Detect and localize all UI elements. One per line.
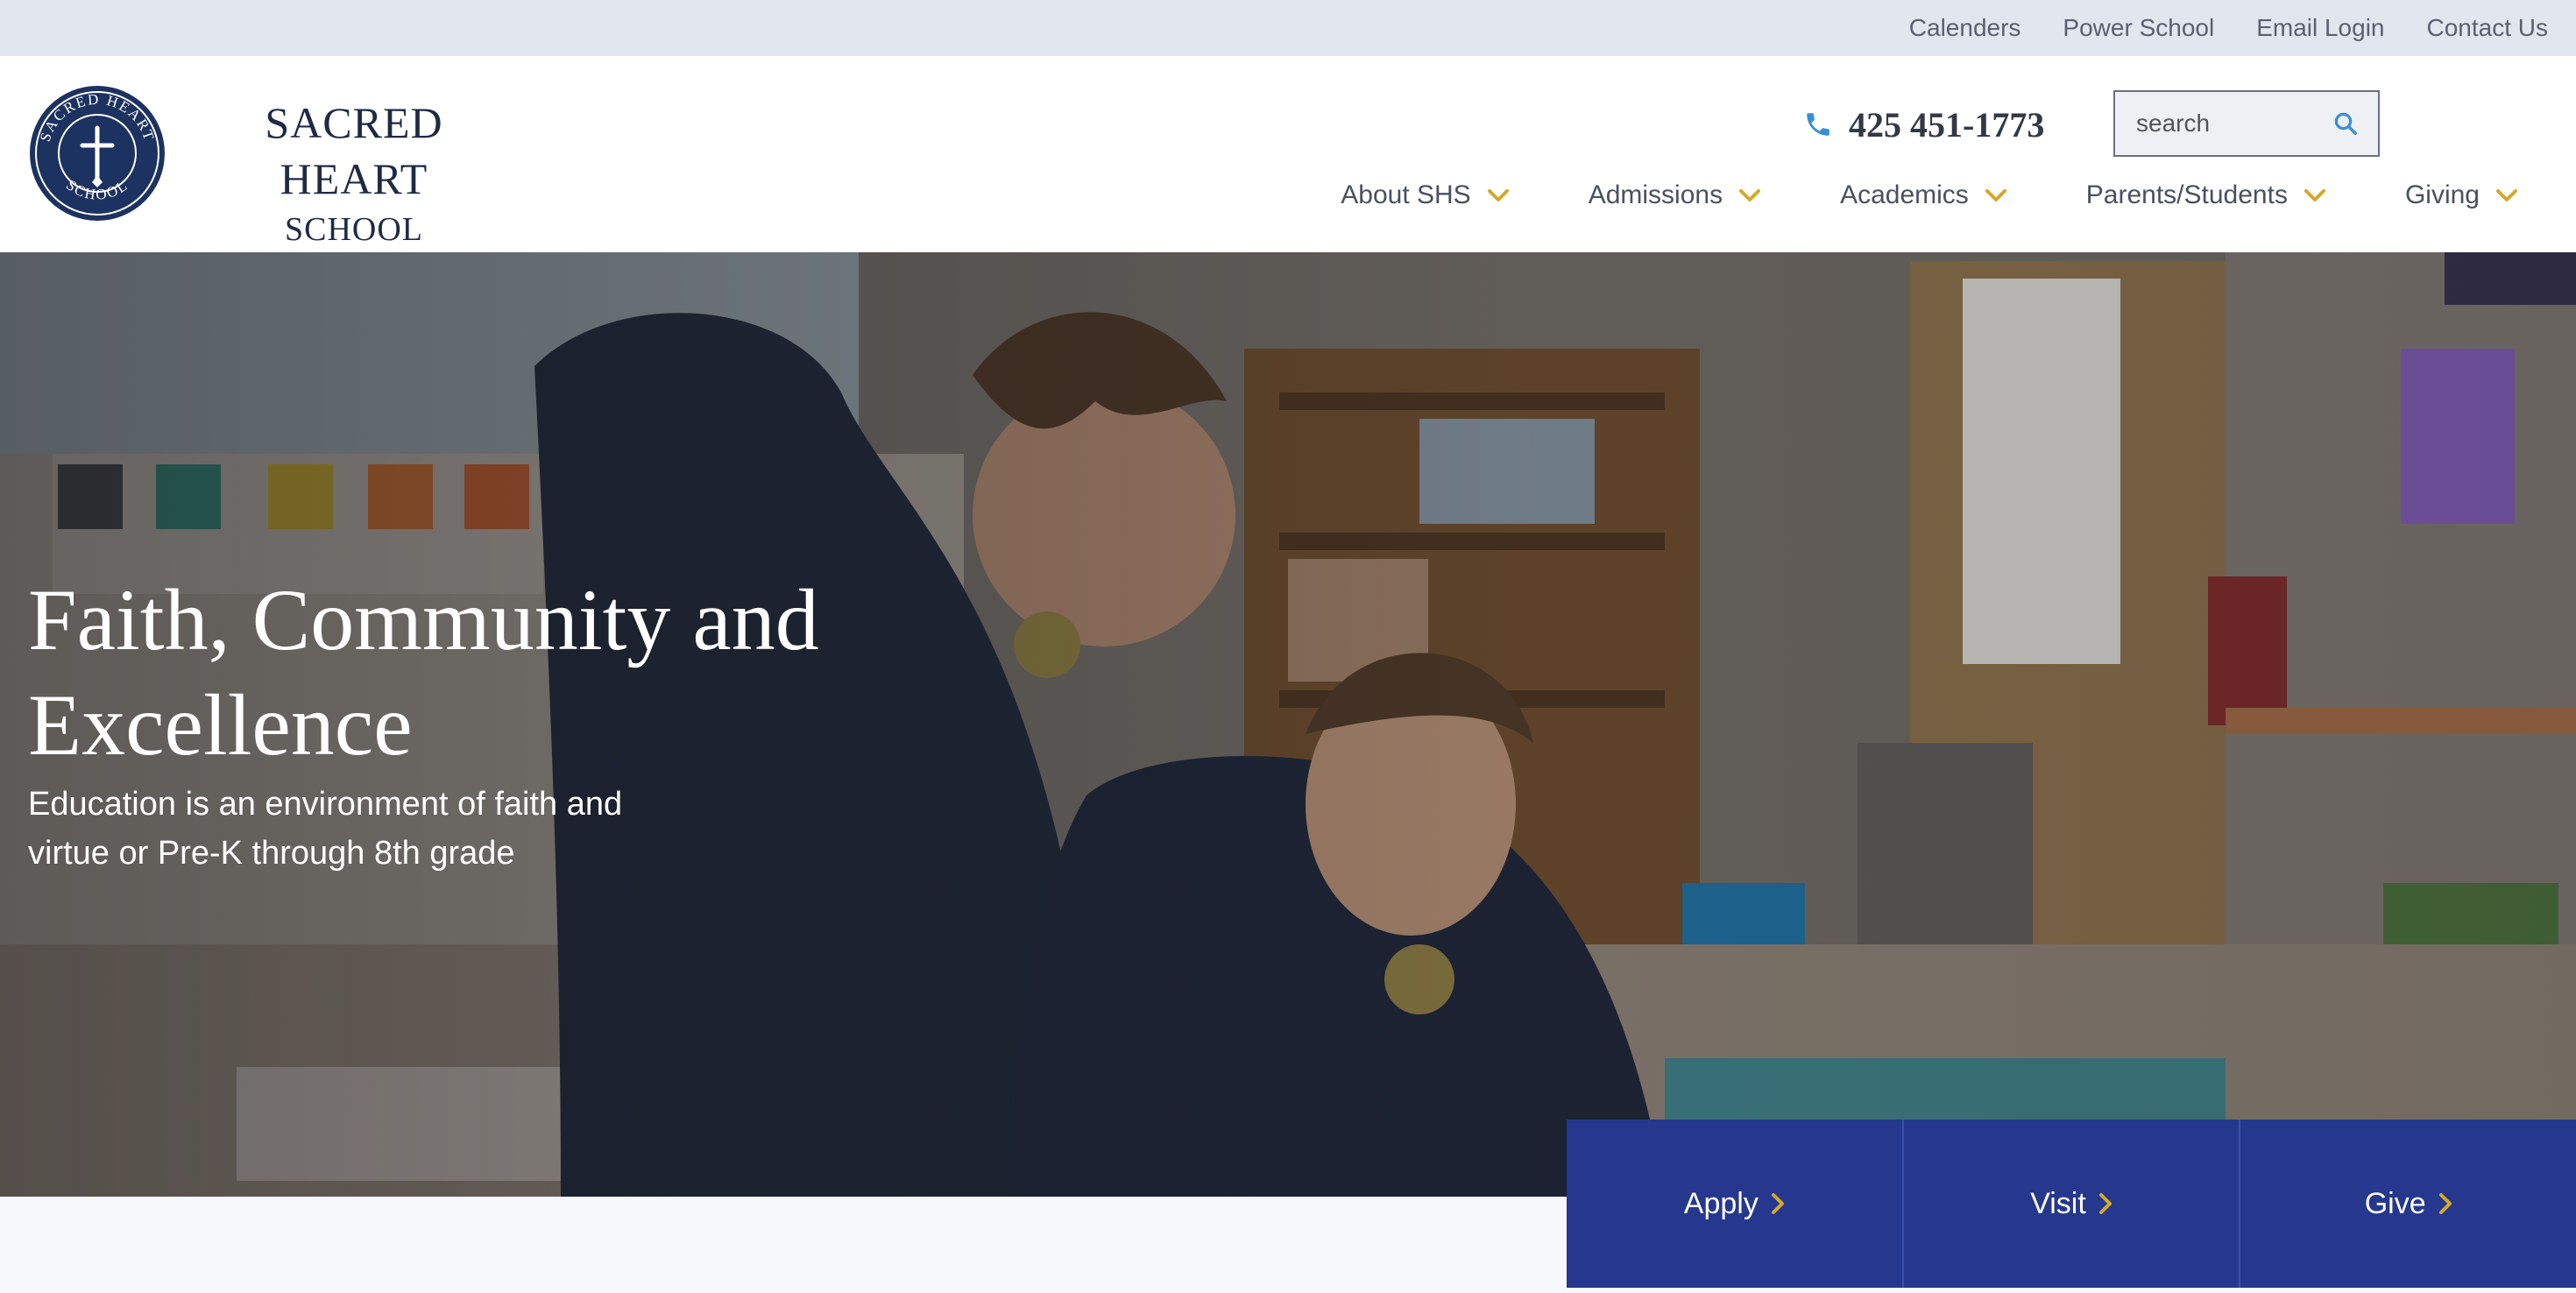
school-name-line1: SACRED HEART: [265, 98, 443, 203]
hero-subtitle: Education is an environment of faith and…: [28, 786, 623, 872]
chevron-down-icon: [1487, 189, 1509, 201]
phone-contact[interactable]: 425 451-1773: [1803, 98, 2044, 151]
visit-button[interactable]: Visit: [1904, 1120, 2241, 1288]
nav-item-label: Academics: [1840, 180, 1969, 209]
school-name-line2: SCHOOL: [284, 211, 424, 248]
contact-us-link[interactable]: Contact Us: [2427, 14, 2549, 42]
chevron-right-icon: [1771, 1193, 1784, 1214]
give-button-label: Give: [2364, 1186, 2426, 1220]
give-button[interactable]: Give: [2240, 1120, 2576, 1288]
chevron-down-icon: [2304, 189, 2325, 201]
school-name[interactable]: SACRED HEART SCHOOL: [188, 95, 520, 252]
nav-item-label: Parents/Students: [2085, 180, 2288, 209]
apply-button-label: Apply: [1683, 1186, 1759, 1220]
utility-bar: Calenders Power School Email Login Conta…: [0, 0, 2576, 56]
search-input[interactable]: [2134, 109, 2332, 138]
calenders-link[interactable]: Calenders: [1909, 14, 2021, 42]
utility-links: Calenders Power School Email Login Conta…: [1909, 0, 2548, 56]
search-icon[interactable]: [2332, 110, 2359, 137]
cta-bar: Apply Visit Give: [1567, 1120, 2576, 1288]
main-nav: About SHS Admissions Academics Parents/S…: [1341, 180, 2518, 210]
apply-button[interactable]: Apply: [1567, 1120, 1904, 1288]
hero-title: Faith, Community and Excellence: [28, 571, 819, 774]
phone-number[interactable]: 425 451-1773: [1849, 104, 2044, 145]
school-seal-logo[interactable]: SACRED HEART SCHOOL: [28, 84, 166, 223]
chevron-right-icon: [2098, 1193, 2112, 1214]
nav-item-academics[interactable]: Academics: [1840, 180, 2007, 210]
phone-icon: [1807, 113, 1829, 136]
hero-banner: Faith, Community and Excellence Educatio…: [0, 252, 2576, 1197]
nav-item-label: About SHS: [1341, 180, 1471, 209]
chevron-right-icon: [2438, 1193, 2452, 1214]
search-box[interactable]: [2113, 90, 2380, 157]
nav-item-admissions[interactable]: Admissions: [1589, 180, 1761, 210]
chevron-down-icon: [2496, 189, 2517, 201]
nav-item-label: Giving: [2404, 180, 2480, 209]
nav-item-label: Admissions: [1588, 180, 1723, 209]
nav-item-parents-students[interactable]: Parents/Students: [2086, 180, 2326, 210]
nav-item-giving[interactable]: Giving: [2405, 180, 2518, 210]
power-school-link[interactable]: Power School: [2063, 14, 2214, 42]
chevron-down-icon: [1739, 189, 1761, 201]
visit-button-label: Visit: [2030, 1186, 2086, 1220]
email-login-link[interactable]: Email Login: [2256, 14, 2384, 42]
chevron-down-icon: [1985, 189, 2006, 201]
nav-item-about-shs[interactable]: About SHS: [1341, 180, 1509, 210]
